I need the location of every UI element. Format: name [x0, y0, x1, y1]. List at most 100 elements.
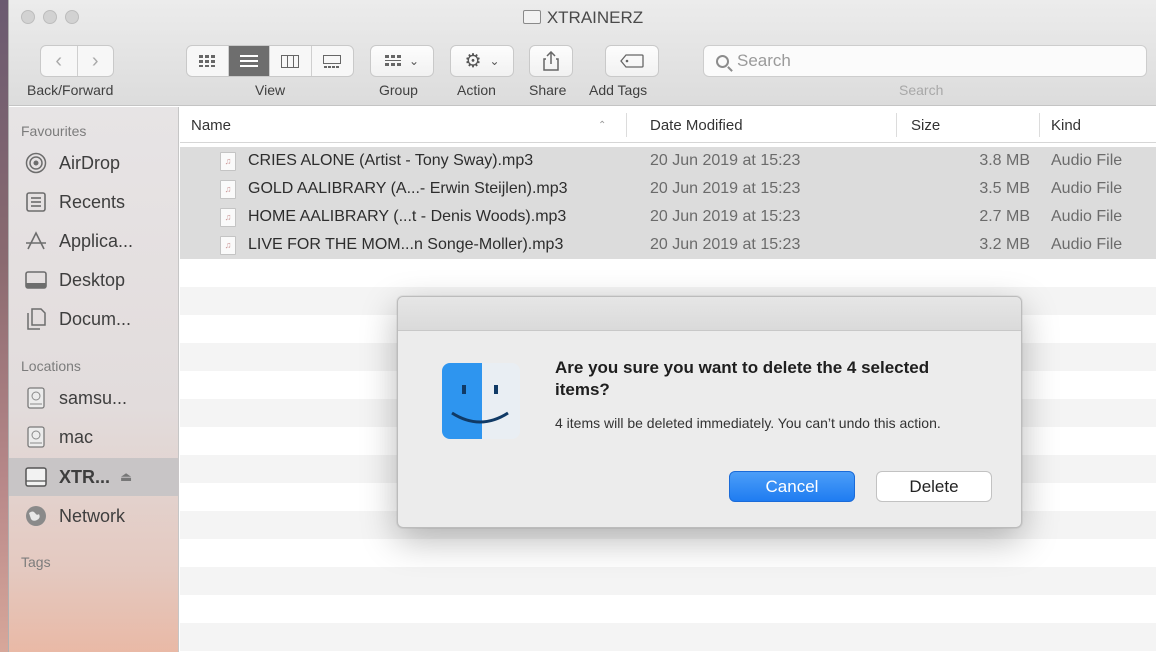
group-label: Group: [379, 82, 418, 98]
disk-icon: [25, 387, 47, 409]
add-tags-button[interactable]: [605, 45, 659, 77]
file-name: HOME AALIBRARY (...t - Denis Woods).mp3: [248, 208, 567, 225]
file-kind: Audio File: [1051, 208, 1123, 225]
tags-heading: Tags: [21, 554, 51, 570]
sidebar-item-desktop[interactable]: Desktop: [9, 261, 179, 299]
group-icon: [384, 55, 401, 66]
empty-row: [180, 623, 1156, 651]
sidebar-item-label: samsu...: [59, 387, 128, 408]
sidebar-item-label: Docum...: [59, 308, 132, 329]
window-title-text: XTRAINERZ: [546, 8, 644, 27]
sidebar-item-xtrainerz[interactable]: XTR... ⏏: [9, 458, 179, 496]
table-row[interactable]: ♫ LIVE FOR THE MOM...n Songe-Moller).mp3…: [180, 231, 1156, 259]
sidebar-item-label: Desktop: [59, 269, 126, 290]
table-row[interactable]: ♫ HOME AALIBRARY (...t - Denis Woods).mp…: [180, 203, 1156, 231]
file-size: 3.2 MB: [979, 236, 1030, 253]
audio-file-icon: ♫: [220, 236, 236, 255]
cancel-button[interactable]: Cancel: [729, 471, 855, 502]
drive-icon: [25, 466, 47, 488]
column-name-header[interactable]: Name: [191, 117, 231, 134]
search-placeholder: Search: [737, 51, 791, 70]
file-date: 20 Jun 2019 at 15:23: [650, 180, 801, 197]
file-size: 3.5 MB: [979, 180, 1030, 197]
sidebar-item-mac[interactable]: mac: [9, 418, 179, 456]
column-divider: [896, 113, 897, 137]
column-view-button[interactable]: [270, 46, 312, 76]
finder-icon: [442, 363, 520, 439]
dialog-title-bar: [398, 297, 1021, 331]
list-view-button[interactable]: [228, 46, 270, 76]
icon-view-icon: [199, 55, 216, 67]
finder-window: XTRAINERZ ‹ › Back/Forward View ⌄ Group …: [8, 0, 1156, 652]
table-row[interactable]: ♫ CRIES ALONE (Artist - Tony Sway).mp3 2…: [180, 147, 1156, 175]
audio-file-icon: ♫: [220, 152, 236, 171]
list-view-icon: [239, 54, 258, 67]
sidebar-item-samsung[interactable]: samsu...: [9, 379, 179, 417]
audio-file-icon: ♫: [220, 208, 236, 227]
icon-view-button[interactable]: [187, 46, 229, 76]
file-name: CRIES ALONE (Artist - Tony Sway).mp3: [248, 152, 534, 169]
column-divider: [626, 113, 627, 137]
sidebar: Favourites AirDrop Recents Applica... De…: [9, 107, 179, 652]
sidebar-item-label: mac: [59, 426, 94, 447]
file-date: 20 Jun 2019 at 15:23: [650, 208, 801, 225]
back-forward-label: Back/Forward: [27, 82, 114, 98]
sidebar-item-recents[interactable]: Recents: [9, 183, 179, 221]
share-icon: [543, 51, 559, 71]
forward-button[interactable]: ›: [78, 46, 114, 76]
sidebar-item-label: Recents: [59, 191, 126, 212]
gallery-view-icon: [323, 54, 342, 68]
back-forward-control: ‹ ›: [40, 45, 114, 77]
column-size-header[interactable]: Size: [911, 117, 940, 134]
column-header: Name ⌃ Date Modified Size Kind: [180, 107, 1156, 143]
sidebar-item-airdrop[interactable]: AirDrop: [9, 144, 179, 182]
delete-button[interactable]: Delete: [876, 471, 992, 502]
file-name: LIVE FOR THE MOM...n Songe-Moller).mp3: [248, 236, 564, 253]
action-button[interactable]: ⚙ ⌄: [450, 45, 514, 77]
file-name: GOLD AALIBRARY (A...- Erwin Steijlen).mp…: [248, 180, 568, 197]
group-button[interactable]: ⌄: [370, 45, 434, 77]
add-tags-label: Add Tags: [589, 82, 648, 98]
empty-row: [180, 567, 1156, 595]
favourites-heading: Favourites: [21, 123, 87, 139]
tag-icon: [620, 54, 644, 68]
gallery-view-button[interactable]: [312, 46, 353, 76]
audio-file-icon: ♫: [220, 180, 236, 199]
dialog-title: Are you sure you want to delete the 4 se…: [555, 358, 930, 399]
share-button[interactable]: [529, 45, 573, 77]
search-field[interactable]: Search: [703, 45, 1147, 77]
column-divider: [1039, 113, 1040, 137]
sidebar-item-label: Applica...: [59, 230, 134, 251]
sidebar-item-label: XTR...: [59, 466, 111, 487]
airdrop-icon: [25, 152, 47, 174]
file-size: 2.7 MB: [979, 208, 1030, 225]
documents-icon: [25, 308, 47, 330]
sort-ascending-icon: ⌃: [598, 120, 607, 131]
back-button[interactable]: ‹: [41, 46, 78, 76]
disk-icon: [25, 426, 47, 448]
file-date: 20 Jun 2019 at 15:23: [650, 152, 801, 169]
recents-icon: [25, 191, 47, 213]
delete-confirmation-dialog: Are you sure you want to delete the 4 se…: [397, 296, 1022, 528]
chevron-down-icon: ⌄: [408, 54, 420, 68]
network-icon: [25, 505, 47, 527]
view-label: View: [255, 82, 286, 98]
sidebar-item-label: Network: [59, 505, 126, 526]
table-row[interactable]: ♫ GOLD AALIBRARY (A...- Erwin Steijlen).…: [180, 175, 1156, 203]
sidebar-item-network[interactable]: Network: [9, 497, 179, 535]
share-label: Share: [529, 82, 567, 98]
file-kind: Audio File: [1051, 180, 1123, 197]
eject-icon[interactable]: ⏏: [120, 469, 132, 485]
chevron-down-icon: ⌄: [489, 54, 500, 68]
dialog-message: 4 items will be deleted immediately. You…: [555, 415, 941, 431]
sidebar-item-applications[interactable]: Applica...: [9, 222, 179, 260]
locations-heading: Locations: [21, 358, 81, 374]
column-view-icon: [281, 54, 300, 68]
sidebar-item-documents[interactable]: Docum...: [9, 300, 179, 338]
file-kind: Audio File: [1051, 152, 1123, 169]
column-kind-header[interactable]: Kind: [1051, 117, 1081, 134]
drive-icon: [522, 10, 541, 24]
column-date-header[interactable]: Date Modified: [650, 117, 743, 134]
desktop-icon: [25, 269, 47, 291]
view-control: [186, 45, 354, 77]
